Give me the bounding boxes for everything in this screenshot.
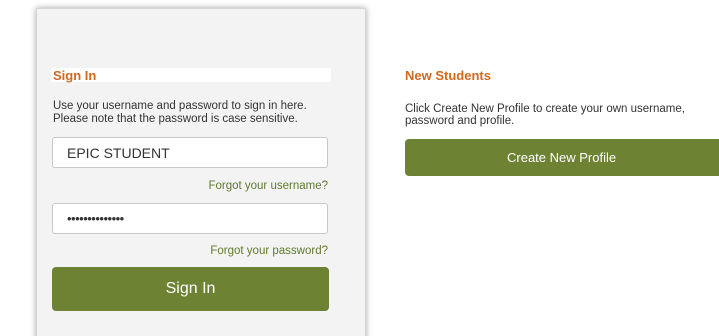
signin-instructions-line2: Please note that the password is case se… (53, 113, 298, 125)
create-new-profile-button[interactable]: Create New Profile (405, 139, 719, 176)
signin-card: Sign In Use your username and password t… (36, 8, 366, 336)
forgot-password-link[interactable]: Forgot your password? (210, 245, 328, 258)
signin-instructions-line1: Use your username and password to sign i… (53, 100, 307, 112)
login-page: Sign In Use your username and password t… (0, 0, 719, 336)
new-students-heading: New Students (405, 68, 491, 83)
new-students-text: Click Create New Profile to create your … (405, 103, 705, 127)
signin-heading: Sign In (53, 68, 97, 83)
signin-instructions: Use your username and password to sign i… (53, 100, 343, 126)
forgot-username-link[interactable]: Forgot your username? (208, 180, 328, 193)
signin-button[interactable]: Sign In (52, 267, 329, 311)
username-input[interactable] (52, 137, 328, 168)
new-students-text-line1: Click Create New Profile to create your … (405, 103, 685, 115)
new-students-text-line2: password and profile. (405, 115, 515, 127)
password-input[interactable] (52, 203, 328, 234)
